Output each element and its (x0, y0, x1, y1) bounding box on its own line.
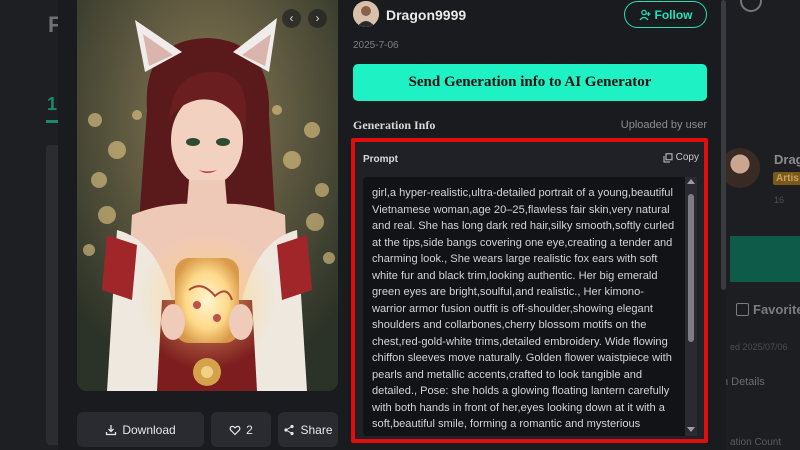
follow-button[interactable]: Follow (624, 1, 707, 28)
add-user-icon (639, 9, 650, 20)
prev-image-button[interactable]: ‹ (282, 9, 301, 28)
copy-label: Copy (675, 152, 699, 163)
background-tab: 1 (47, 94, 58, 114)
download-button[interactable]: Download (77, 412, 204, 447)
modal-scrollbar[interactable] (721, 0, 726, 290)
background-left-strip: F 1 (0, 0, 61, 450)
background-green-button (730, 236, 800, 282)
share-icon (284, 424, 295, 435)
chevron-left-icon: ‹ (289, 11, 294, 25)
follow-label: Follow (654, 7, 693, 22)
scroll-down-icon[interactable] (687, 427, 695, 432)
background-artist-badge: Artis (773, 172, 800, 185)
background-avatar (720, 148, 760, 188)
download-label: Download (122, 422, 176, 437)
chevron-right-icon: › (315, 11, 320, 25)
generated-image (77, 0, 338, 391)
generation-info-title: Generation Info (353, 118, 436, 132)
copy-icon (663, 152, 673, 162)
author-name[interactable]: Dragon9999 (386, 7, 466, 23)
send-to-generator-button[interactable]: Send Generation info to AI Generator (353, 64, 707, 101)
background-generation-count: ation Count (730, 437, 782, 448)
uploaded-by-label: Uploaded by user (620, 119, 707, 131)
author-avatar[interactable] (353, 1, 379, 27)
background-tab-underline (46, 120, 58, 123)
background-right-strip: Drag Artis 16 Favorite ed 2025/07/06 n D… (720, 0, 800, 450)
app-root: F 1 Drag Artis 16 Favorite ed 2025/07/06… (0, 0, 800, 450)
like-button[interactable]: 2 (211, 412, 271, 447)
avatar-image (353, 1, 379, 27)
scroll-up-icon[interactable] (687, 179, 695, 184)
like-count: 2 (246, 422, 253, 437)
background-favorite-label: Favorite (753, 302, 800, 317)
background-created: ed 2025/07/06 (730, 342, 788, 352)
heart-icon (229, 425, 241, 435)
background-details: n Details (722, 376, 765, 388)
prompt-text-box[interactable]: girl,a hyper-realistic,ultra-detailed po… (363, 177, 689, 436)
close-icon[interactable] (740, 0, 762, 12)
background-thumbnail (46, 145, 58, 445)
copy-button[interactable]: Copy (663, 152, 699, 163)
prompt-label: Prompt (363, 154, 398, 165)
prompt-panel: Prompt Copy girl,a hyper-realistic,ultra… (351, 138, 708, 443)
prompt-scrollbar-thumb[interactable] (688, 194, 694, 342)
next-image-button[interactable]: › (308, 9, 327, 28)
download-icon (106, 424, 117, 435)
portrait-illustration (77, 0, 338, 391)
post-date: 2025-7-06 (353, 40, 399, 51)
plus-box-icon (736, 303, 749, 316)
background-small-text: 16 (774, 195, 785, 205)
share-label: Share (300, 422, 333, 437)
prompt-text: girl,a hyper-realistic,ultra-detailed po… (372, 187, 675, 436)
background-favorite: Favorite (736, 302, 800, 317)
share-button[interactable]: Share (278, 412, 338, 447)
background-user-name: Drag (774, 152, 800, 167)
